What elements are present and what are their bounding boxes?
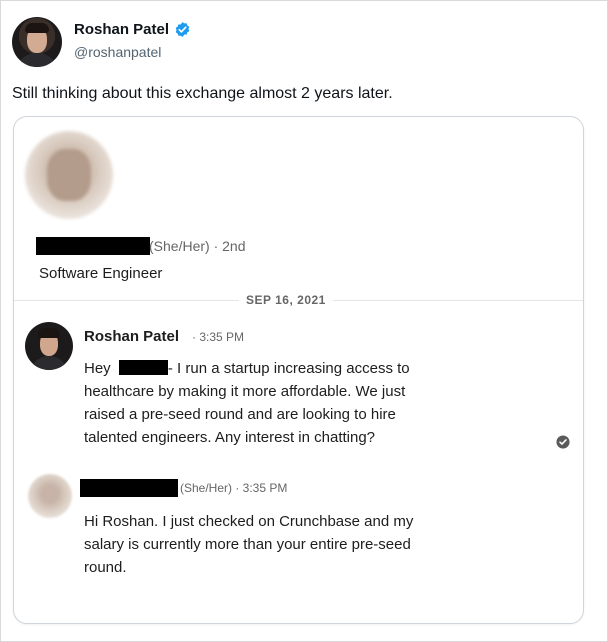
reply-line-1: Hi Roshan. I just checked on Crunchbase … (84, 513, 414, 530)
sender-avatar[interactable] (25, 322, 73, 370)
author-avatar[interactable] (12, 17, 62, 67)
message-timestamp: · 3:35 PM (192, 330, 245, 344)
message-line-3: raised a pre-seed round and are looking … (84, 406, 396, 423)
recipient-avatar[interactable] (28, 474, 72, 518)
avatar-shirt (16, 53, 58, 67)
avatar-shirt (29, 356, 69, 370)
reply-line-2: salary is currently more than your entir… (84, 536, 411, 553)
message-sender-name[interactable]: Roshan Patel (84, 328, 179, 345)
author-name-row[interactable]: Roshan Patel (74, 21, 191, 38)
redacted-name-bar (36, 237, 150, 255)
message-line: Hey - I run a startup increasing access … (84, 357, 494, 380)
contact-job-title: Software Engineer (39, 265, 163, 282)
redacted-recipient-name (80, 479, 178, 497)
verified-badge-icon (175, 22, 190, 37)
message-body: Hey - I run a startup increasing access … (84, 357, 494, 449)
blurred-face (47, 149, 91, 201)
date-separator: SEP 16, 2021 (239, 293, 333, 307)
tweet-text: Still thinking about this exchange almos… (12, 85, 393, 102)
seen-check-icon (556, 435, 570, 449)
contact-profile-avatar (25, 131, 113, 219)
message-line-2: healthcare by making it more affordable.… (84, 383, 406, 400)
avatar-hair (38, 328, 60, 338)
embedded-conversation-card: (She/Her) · 2nd Software Engineer SEP 16… (13, 116, 584, 624)
message-line-1: - I run a startup increasing access to (167, 360, 410, 377)
contact-pronoun-degree: (She/Her) · 2nd (149, 238, 246, 254)
message-greeting: Hey (84, 360, 111, 377)
author-handle[interactable]: @roshanpatel (74, 44, 161, 60)
reply-message-body: Hi Roshan. I just checked on Crunchbase … (84, 510, 504, 579)
redacted-name-inline (118, 360, 168, 375)
message-line-4: talented engineers. Any interest in chat… (84, 429, 376, 446)
author-name[interactable]: Roshan Patel (74, 21, 169, 38)
reply-line-3: round. (84, 559, 127, 576)
message-meta: (She/Her) · 3:35 PM (180, 481, 288, 495)
avatar-hair (25, 23, 49, 33)
